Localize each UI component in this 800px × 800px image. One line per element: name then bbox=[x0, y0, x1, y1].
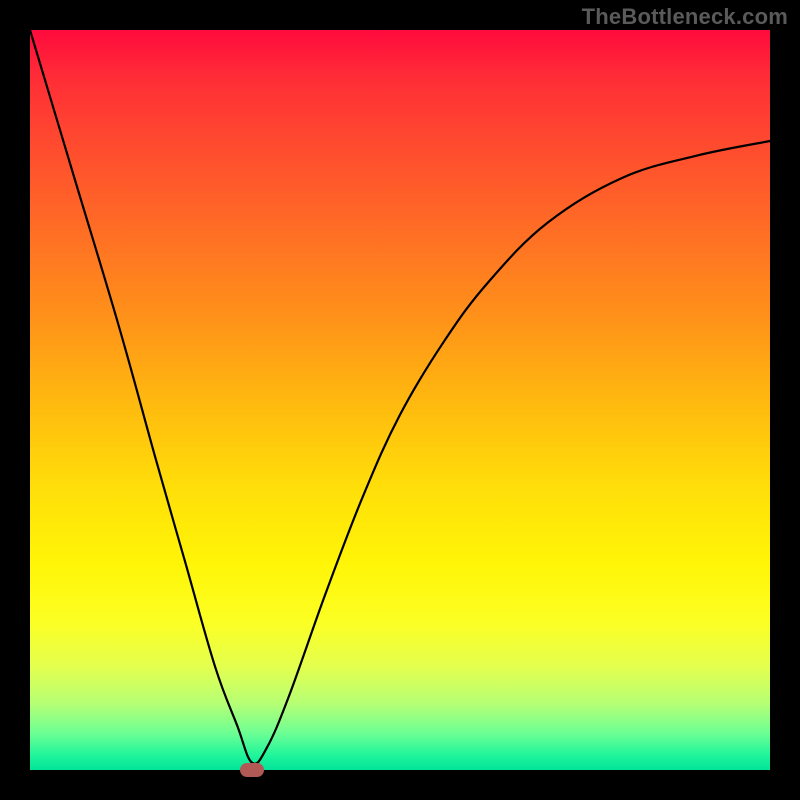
chart-container: TheBottleneck.com bbox=[0, 0, 800, 800]
optimal-point-marker bbox=[240, 763, 264, 777]
curve-svg bbox=[30, 30, 770, 770]
bottleneck-curve bbox=[30, 30, 770, 764]
watermark-label: TheBottleneck.com bbox=[582, 4, 788, 30]
